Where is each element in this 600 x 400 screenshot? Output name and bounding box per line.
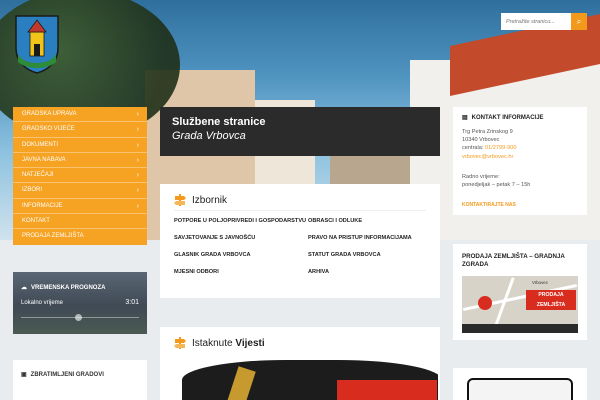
- weather-subtitle: Lokalno vrijeme: [21, 300, 64, 306]
- signpost-icon: [174, 194, 186, 206]
- chevron-right-icon: ›: [136, 172, 139, 180]
- hat-band: [337, 380, 437, 400]
- info-icon: ▤: [462, 115, 468, 121]
- izbornik-title: Izbornik: [192, 194, 228, 206]
- link-arhiva[interactable]: Arhiva: [308, 268, 430, 276]
- land-sale-title: Prodaja zemljišta – Gradnja zgrada: [462, 253, 565, 268]
- page-subtitle: Grada Vrbovca: [172, 130, 246, 142]
- map-pin-icon: [478, 296, 492, 310]
- chevron-right-icon: ›: [136, 111, 139, 118]
- menu-item-kontakt[interactable]: Kontakt: [13, 214, 147, 230]
- page-title-banner: Službene stranice Grada Vrbovca: [160, 107, 440, 156]
- menu-item-dokumenti[interactable]: Dokumenti ›: [13, 138, 147, 153]
- image-icon: ▣: [21, 372, 27, 378]
- land-sale-widget: Prodaja zemljišta – Gradnja zgrada Vrbov…: [453, 244, 587, 340]
- menu-item-informacije[interactable]: Informacije ›: [13, 199, 147, 215]
- menu-item-javna-nabava[interactable]: Javna nabava ›: [13, 153, 147, 169]
- featured-news-panel: Istaknute Vijesti: [160, 327, 440, 400]
- chevron-right-icon: ›: [136, 126, 139, 134]
- menu-item-izbori[interactable]: Izbori ›: [13, 183, 147, 199]
- menu-item-gradsko-vijece[interactable]: Gradsko vijeće ›: [13, 122, 147, 138]
- map-badge: Prodaja zemljišta: [526, 290, 576, 310]
- news-image[interactable]: [172, 360, 438, 400]
- map-town-label: Vrbovec: [532, 280, 548, 285]
- chevron-right-icon: ›: [136, 202, 139, 210]
- promo-image[interactable]: [467, 378, 573, 400]
- working-hours: Radno vrijeme: ponedjeljak – petak 7 – 1…: [462, 174, 531, 189]
- contact-us-link[interactable]: Kontaktirajte nas: [462, 202, 516, 208]
- signpost-icon: [174, 337, 186, 349]
- menu-item-prodaja-zemljista[interactable]: Prodaja zemljišta: [13, 229, 147, 244]
- link-statut[interactable]: Statut Grada Vrbovca: [308, 251, 430, 259]
- chevron-right-icon: ›: [136, 141, 139, 149]
- search-icon: ⌕: [576, 16, 582, 26]
- link-savjetovanje[interactable]: Savjetovanje s javnošću: [174, 234, 308, 242]
- search-bar: ⌕: [501, 13, 587, 30]
- link-glasnik[interactable]: Glasnik Grada Vrbovca: [174, 251, 308, 259]
- link-obrasci-i-odluke[interactable]: Obrasci i odluke: [308, 217, 430, 225]
- page-title: Službene stranice: [172, 116, 266, 128]
- contact-title: Kontakt informacije: [471, 114, 544, 121]
- weather-slider-handle[interactable]: [75, 314, 82, 321]
- chevron-right-icon: ›: [136, 156, 139, 164]
- search-input[interactable]: [501, 13, 571, 30]
- menu-item-gradska-uprava[interactable]: Gradska uprava ›: [13, 107, 147, 123]
- land-sale-map-image[interactable]: Vrbovec Prodaja zemljišta: [462, 276, 578, 333]
- izbornik-panel: Izbornik Potpore u poljoprivredi i gospo…: [160, 184, 440, 298]
- weather-time: 3:01: [125, 299, 139, 306]
- main-menu: Gradska uprava › Gradsko vijeće › Dokument…: [13, 107, 147, 245]
- menu-item-natjecaji[interactable]: Natječaji ›: [13, 168, 147, 184]
- news-title: Istaknute Vijesti: [192, 337, 265, 349]
- link-mjesni-odbori[interactable]: Mjesni odbori: [174, 268, 308, 276]
- chevron-right-icon: ›: [136, 187, 139, 195]
- contact-widget: ▤ Kontakt informacije Trg Petra Zrinskog…: [453, 107, 587, 215]
- contact-address: Trg Petra Zrinskog 9 10340 Vrbovec centr…: [462, 129, 517, 160]
- promo-widget: [453, 368, 587, 400]
- izbornik-links: Potpore u poljoprivredi i gospodarstvu O…: [174, 217, 430, 276]
- divider: [174, 210, 426, 211]
- search-button[interactable]: ⌕: [571, 13, 587, 30]
- weather-widget[interactable]: ☁ Vremenska prognoza Lokalno vrijeme 3:0…: [13, 272, 147, 334]
- twin-cities-widget: ▣ Zbratimljeni gradovi: [13, 360, 147, 400]
- link-pravo-na-pristup[interactable]: Pravo na pristup informacijama: [308, 234, 430, 242]
- link-potpore[interactable]: Potpore u poljoprivredi i gospodarstvu: [174, 217, 308, 225]
- cloud-icon: ☁: [21, 285, 27, 291]
- email-link[interactable]: vrbovec@vrbovec.hr: [462, 154, 513, 160]
- map-footer-strip: [462, 324, 578, 333]
- city-coat-of-arms-logo[interactable]: [14, 14, 60, 74]
- phone-link[interactable]: 01/2799-900: [485, 145, 516, 151]
- weather-title: ☁ Vremenska prognoza: [21, 284, 106, 292]
- twin-cities-title: Zbratimljeni gradovi: [30, 371, 104, 378]
